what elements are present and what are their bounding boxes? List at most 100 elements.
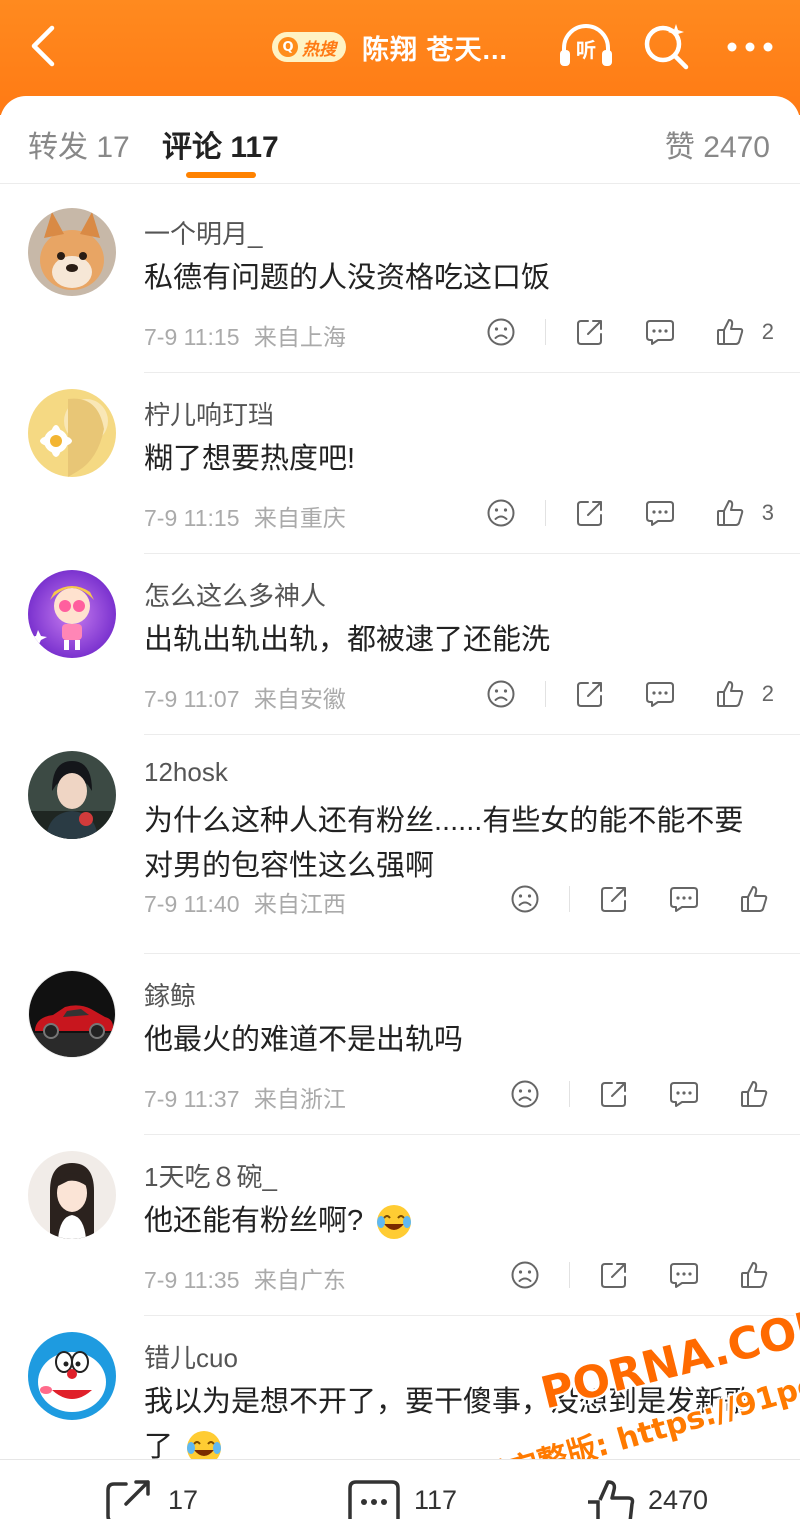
like-button[interactable] bbox=[710, 674, 750, 714]
comment-username[interactable]: 1天吃８碗_ bbox=[144, 1157, 277, 1194]
like-button[interactable] bbox=[734, 879, 774, 919]
reply-button[interactable] bbox=[640, 312, 680, 352]
shiba-dog-avatar[interactable] bbox=[28, 208, 116, 296]
chevron-left-icon[interactable] bbox=[22, 22, 66, 70]
comment-bubble-icon bbox=[670, 1263, 698, 1288]
comment-username[interactable]: 鎵鲸 bbox=[144, 976, 196, 1013]
comment-time: 7-9 11:07 bbox=[144, 686, 240, 712]
doraemon-avatar[interactable] bbox=[28, 1332, 116, 1420]
thumbs-up-icon bbox=[588, 1480, 635, 1519]
hot-search-badge: Q 热搜 bbox=[272, 32, 346, 62]
like-button[interactable] bbox=[734, 1255, 774, 1295]
search-sparkle-icon[interactable] bbox=[640, 20, 692, 72]
comment-username[interactable]: 12hosk bbox=[144, 757, 228, 788]
comment-meta: 7-9 11:35 来自广东 bbox=[144, 1261, 346, 1295]
like-count: 2 bbox=[761, 681, 774, 706]
comment-bubble-icon bbox=[646, 501, 674, 526]
comment-time: 7-9 11:37 bbox=[144, 1086, 240, 1112]
listen-label: 听 bbox=[576, 40, 596, 62]
share-button[interactable] bbox=[594, 1255, 634, 1295]
page-title: 陈翔 苍天... bbox=[362, 34, 509, 65]
comment-username[interactable]: 柠儿响玎珰 bbox=[144, 395, 274, 432]
repost-count: 17 bbox=[168, 1484, 199, 1515]
comment-item: 柠儿响玎珰 糊了想要热度吧! 7-9 11:15 来自重庆 3 bbox=[0, 373, 800, 554]
tab-repost[interactable]: 转发 17 bbox=[28, 122, 130, 166]
comment-username[interactable]: 一个明月_ bbox=[144, 214, 262, 251]
comment-text: 糊了想要热度吧! bbox=[144, 443, 356, 475]
action-divider bbox=[569, 1081, 570, 1107]
like-button[interactable] bbox=[710, 493, 750, 533]
sad-face-icon bbox=[511, 885, 539, 913]
dislike-button[interactable] bbox=[505, 1255, 545, 1295]
reply-button[interactable] bbox=[640, 674, 680, 714]
share-icon bbox=[601, 887, 626, 912]
thumbs-up-icon bbox=[717, 500, 744, 526]
comment-time: 7-9 11:40 bbox=[144, 891, 240, 917]
dislike-button[interactable] bbox=[481, 312, 521, 352]
sad-face-icon bbox=[487, 318, 515, 346]
reply-button[interactable] bbox=[664, 879, 704, 919]
comment-item: 怎么这么多神人 出轨出轨出轨，都被逮了还能洗 7-9 11:07 来自安徽 2 bbox=[0, 554, 800, 735]
sad-face-icon bbox=[511, 1080, 539, 1108]
comment-sheet: 转发 17 评论 117 赞 2470 一个明月_ 私德有问题的人没资格吃这口饭… bbox=[0, 96, 800, 1519]
share-button[interactable] bbox=[570, 312, 610, 352]
comment-actions: 3 bbox=[481, 493, 774, 533]
action-divider bbox=[569, 886, 570, 912]
share-icon bbox=[577, 320, 602, 345]
more-dots-icon[interactable] bbox=[720, 20, 780, 72]
comment-text-content: 他还能有粉丝啊? bbox=[144, 1205, 364, 1237]
comment-button[interactable]: 117 bbox=[346, 1478, 457, 1519]
powerpuff-cartoon-avatar[interactable] bbox=[28, 570, 116, 658]
sad-face-icon bbox=[487, 680, 515, 708]
share-icon bbox=[601, 1263, 626, 1288]
comment-text: 出轨出轨出轨，都被逮了还能洗 bbox=[144, 624, 551, 656]
hot-search-title[interactable]: Q 热搜 陈翔 苍天... bbox=[272, 26, 508, 68]
comment-item: 鎵鲸 他最火的难道不是出轨吗 7-9 11:37 来自浙江 bbox=[0, 954, 800, 1135]
share-button[interactable] bbox=[570, 674, 610, 714]
thumbs-up-icon bbox=[717, 681, 744, 707]
comment-bubble-icon bbox=[670, 887, 698, 912]
dislike-button[interactable] bbox=[505, 1074, 545, 1114]
share-button[interactable] bbox=[594, 879, 634, 919]
tab-bar: 转发 17 评论 117 赞 2470 bbox=[0, 96, 800, 184]
costume-man-avatar[interactable] bbox=[28, 751, 116, 839]
comment-item: 一个明月_ 私德有问题的人没资格吃这口饭 7-9 11:15 来自上海 2 bbox=[0, 192, 800, 373]
like-button[interactable] bbox=[734, 1074, 774, 1114]
like-count: 2 bbox=[761, 319, 774, 344]
like-button[interactable]: 2470 bbox=[584, 1478, 708, 1519]
comment-location: 来自重庆 bbox=[253, 505, 346, 531]
active-tab-indicator bbox=[186, 172, 256, 178]
dislike-button[interactable] bbox=[505, 879, 545, 919]
share-button[interactable] bbox=[594, 1074, 634, 1114]
comment-username[interactable]: 怎么这么多神人 bbox=[144, 576, 326, 613]
comment-text: 他最火的难道不是出轨吗 bbox=[144, 1024, 464, 1056]
comment-username[interactable]: 错儿cuo bbox=[144, 1338, 238, 1375]
reply-button[interactable] bbox=[640, 493, 680, 533]
comment-text: 我以为是想不开了，要干傻事，没想到是发新歌了 bbox=[144, 1380, 764, 1470]
dislike-button[interactable] bbox=[481, 493, 521, 533]
tab-comments[interactable]: 评论 117 bbox=[162, 122, 279, 166]
dislike-button[interactable] bbox=[481, 674, 521, 714]
comment-meta: 7-9 11:07 来自安徽 bbox=[144, 680, 346, 714]
hot-search-icon: Q bbox=[278, 37, 298, 57]
action-divider bbox=[545, 500, 546, 526]
reply-button[interactable] bbox=[664, 1074, 704, 1114]
sad-face-icon bbox=[487, 499, 515, 527]
comment-bubble-icon bbox=[646, 682, 674, 707]
tab-likes[interactable]: 赞 2470 bbox=[665, 122, 770, 166]
comment-text: 为什么这种人还有粉丝......有些女的能不能不要对男的包容性这么强啊 bbox=[144, 805, 744, 882]
repost-button[interactable]: 17 bbox=[104, 1478, 198, 1519]
girl-portrait-avatar[interactable] bbox=[28, 1151, 116, 1239]
comment-meta: 7-9 11:15 来自上海 bbox=[144, 318, 346, 352]
listen-button[interactable]: 听 bbox=[556, 20, 616, 72]
hot-badge-label: 热搜 bbox=[302, 39, 336, 59]
comment-location: 来自安徽 bbox=[253, 686, 346, 712]
share-button[interactable] bbox=[570, 493, 610, 533]
thumbs-up-icon bbox=[741, 1081, 768, 1107]
like-button[interactable] bbox=[710, 312, 750, 352]
girl-with-flower-avatar[interactable] bbox=[28, 389, 116, 477]
comment-item: 1天吃８碗_ 他还能有粉丝啊? 7-9 11:35 来自广东 bbox=[0, 1135, 800, 1316]
red-car-avatar[interactable] bbox=[28, 970, 116, 1058]
comment-time: 7-9 11:15 bbox=[144, 324, 240, 350]
reply-button[interactable] bbox=[664, 1255, 704, 1295]
